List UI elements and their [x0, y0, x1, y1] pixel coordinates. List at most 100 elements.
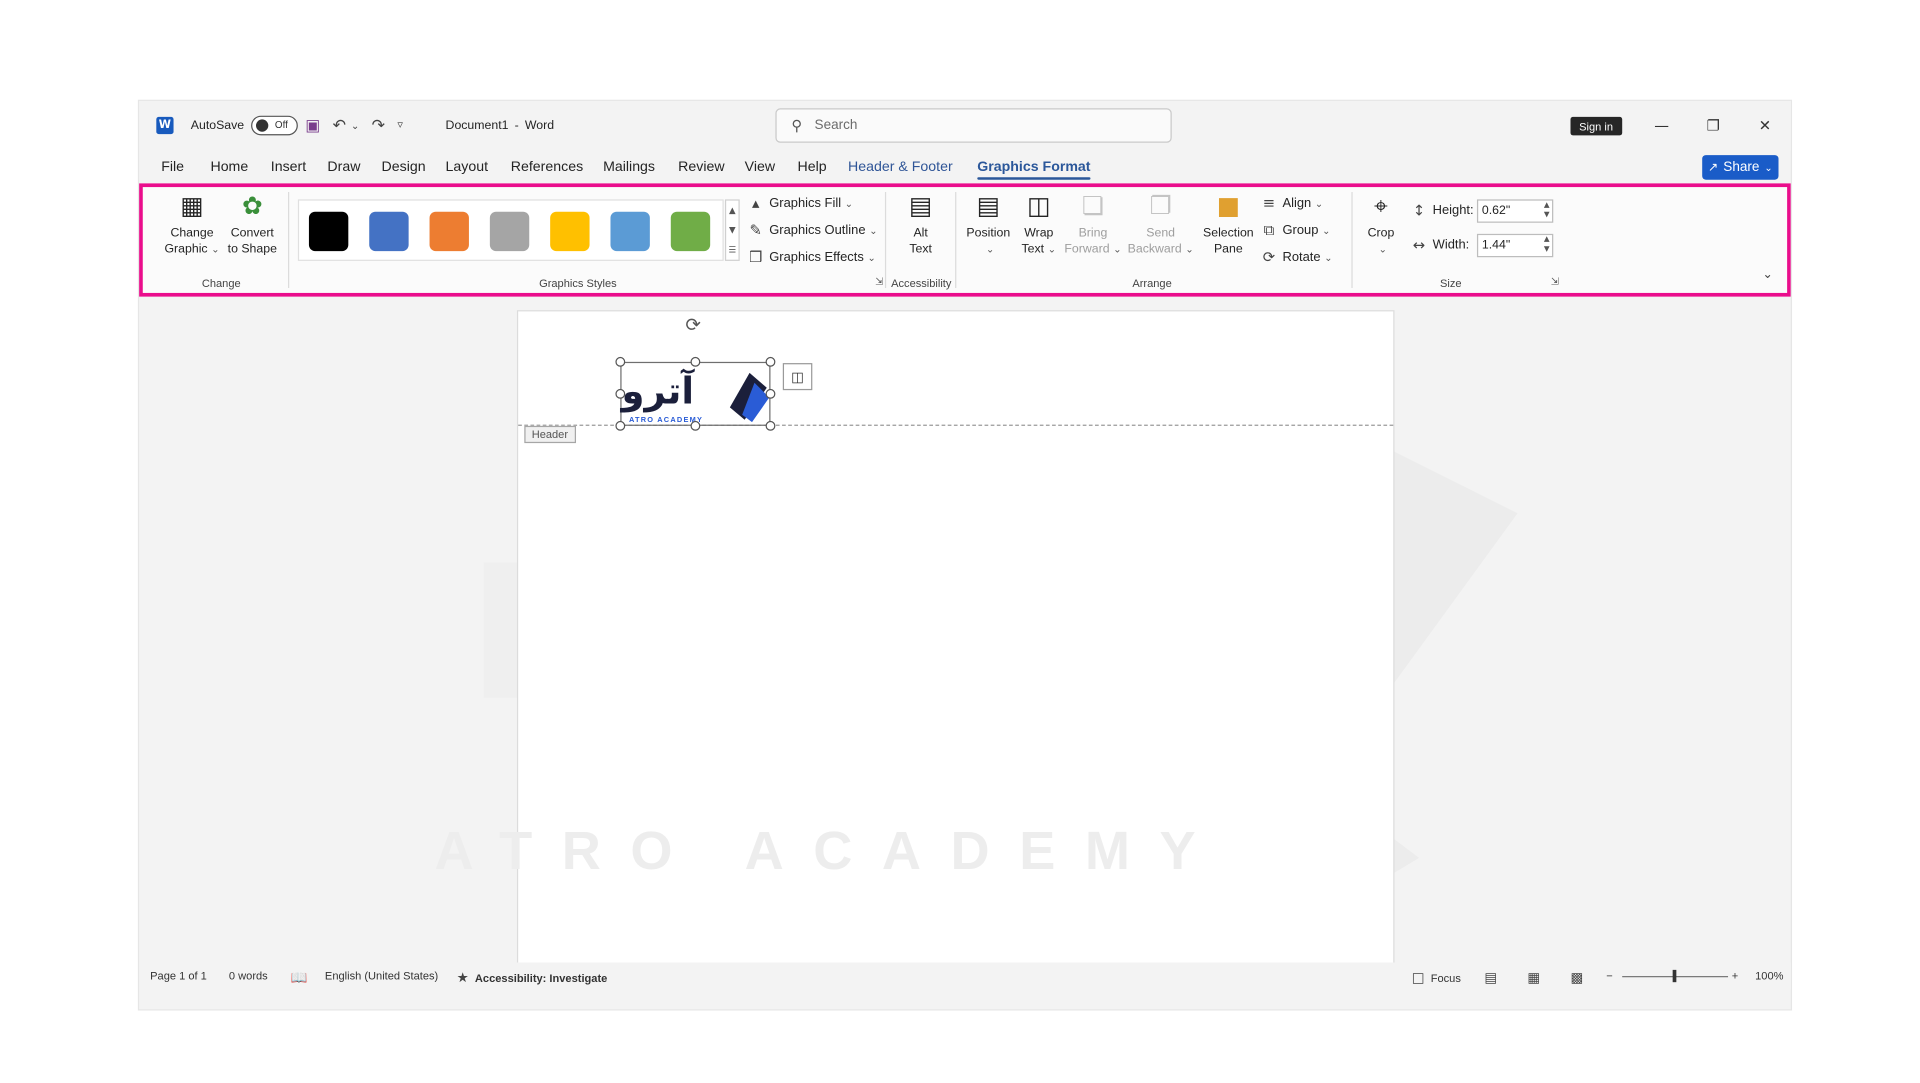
- header-tag: Header: [524, 425, 576, 444]
- convert-to-shape-button[interactable]: ✿ Convert to Shape: [222, 190, 284, 258]
- collapse-ribbon-icon[interactable]: ⌄: [1763, 268, 1773, 282]
- selection-pane-button[interactable]: ■ Selection Pane: [1199, 190, 1258, 258]
- chevron-down-icon: ⌄: [1322, 224, 1331, 236]
- height-spinner-icon[interactable]: ▲ ▼: [1544, 201, 1550, 221]
- tab-references[interactable]: References: [511, 160, 583, 175]
- proofing-icon[interactable]: 📖: [290, 970, 313, 986]
- group-button[interactable]: ⧉ Group ⌄: [1260, 220, 1331, 239]
- tab-home[interactable]: Home: [210, 160, 248, 175]
- minimize-icon[interactable]: —: [1637, 101, 1686, 150]
- search-box[interactable]: ⚲ Search: [775, 108, 1172, 143]
- style-swatch[interactable]: [670, 211, 711, 252]
- word-count[interactable]: 0 words: [229, 970, 268, 982]
- tab-view[interactable]: View: [745, 160, 775, 175]
- height-label: Height:: [1432, 203, 1474, 218]
- layout-options-icon[interactable]: ◫: [782, 363, 813, 391]
- resize-handle[interactable]: [615, 356, 626, 367]
- graphics-outline-button[interactable]: ✎ Graphics Outline ⌄: [747, 222, 878, 239]
- tab-help[interactable]: Help: [798, 160, 827, 175]
- gallery-up-icon[interactable]: ▲: [726, 201, 738, 221]
- dialog-launcher-icon[interactable]: ⇲: [875, 276, 883, 287]
- selected-logo-graphic[interactable]: آترو ATRO ACADEMY: [615, 356, 776, 431]
- language-status[interactable]: English (United States): [325, 970, 438, 982]
- ribbon-tabs: File Home Insert Draw Design Layout Refe…: [139, 155, 1791, 182]
- print-layout-icon[interactable]: ▦: [1527, 970, 1546, 986]
- redo-icon[interactable]: ↷: [372, 116, 385, 134]
- resize-handle[interactable]: [765, 388, 776, 399]
- web-layout-icon[interactable]: ▩: [1571, 970, 1590, 986]
- tab-review[interactable]: Review: [678, 160, 724, 175]
- width-row: ↔ Width:: [1410, 236, 1469, 253]
- style-swatch[interactable]: [610, 211, 650, 252]
- restore-icon[interactable]: ❐: [1689, 101, 1738, 150]
- position-button[interactable]: ▤ Position ⌄: [962, 190, 1014, 258]
- zoom-in-icon[interactable]: +: [1732, 970, 1738, 982]
- change-graphic-label-1: Change: [170, 226, 214, 241]
- zoom-out-icon[interactable]: −: [1606, 970, 1612, 982]
- save-icon[interactable]: ▣: [305, 116, 320, 134]
- graphics-effects-button[interactable]: ❒ Graphics Effects ⌄: [747, 249, 876, 266]
- gallery-scroll[interactable]: ▲ ▼ ☰: [724, 199, 740, 261]
- bring-forward-button[interactable]: ❏ Bring Forward ⌄: [1064, 190, 1121, 258]
- resize-handle[interactable]: [765, 356, 776, 367]
- customize-toolbar-icon[interactable]: ▿: [397, 119, 403, 131]
- gallery-down-icon[interactable]: ▼: [726, 220, 738, 240]
- graphics-fill-button[interactable]: ▴ Graphics Fill ⌄: [747, 194, 853, 211]
- resize-handle[interactable]: [690, 356, 701, 367]
- alt-text-label-2: Text: [909, 242, 932, 257]
- style-swatch[interactable]: [429, 211, 469, 252]
- share-icon: ↗: [1708, 160, 1719, 175]
- tab-insert[interactable]: Insert: [271, 160, 306, 175]
- change-graphic-button[interactable]: ▦ Change Graphic ⌄: [160, 190, 224, 258]
- undo-icon[interactable]: ↶: [333, 116, 346, 134]
- gallery-more-icon[interactable]: ☰: [726, 240, 738, 260]
- resize-handle[interactable]: [765, 420, 776, 431]
- document-page[interactable]: Header ⟳ آترو ATRO ACADEMY ◫: [516, 310, 1395, 965]
- resize-handle[interactable]: [615, 420, 626, 431]
- style-swatch[interactable]: [550, 211, 590, 252]
- share-label: Share: [1723, 160, 1760, 175]
- alt-text-label-1: Alt: [913, 226, 928, 241]
- crop-label: Crop: [1367, 226, 1395, 241]
- group-label-size: Size: [1440, 276, 1462, 290]
- group-icon: ⧉: [1263, 220, 1275, 239]
- style-swatch[interactable]: [369, 211, 409, 252]
- tab-draw[interactable]: Draw: [327, 160, 360, 175]
- sign-in-button[interactable]: Sign in: [1570, 116, 1622, 136]
- wrap-text-button[interactable]: ◫ Wrap Text ⌄: [1014, 190, 1063, 258]
- undo-dropdown-icon[interactable]: ⌄: [351, 120, 359, 131]
- share-button[interactable]: ↗ Share ⌄: [1702, 155, 1779, 180]
- width-spinner-icon[interactable]: ▲ ▼: [1544, 235, 1550, 255]
- resize-handle[interactable]: [690, 420, 701, 431]
- rotate-handle-icon[interactable]: ⟳: [686, 314, 701, 336]
- height-input[interactable]: 0.62" ▲ ▼: [1476, 199, 1554, 223]
- tab-design[interactable]: Design: [382, 160, 426, 175]
- accessibility-status[interactable]: ★ Accessibility: Investigate: [457, 970, 608, 986]
- zoom-slider-thumb[interactable]: [1672, 969, 1677, 983]
- resize-handle[interactable]: [615, 388, 626, 399]
- style-swatch[interactable]: [308, 211, 349, 252]
- ribbon-divider: [884, 192, 887, 289]
- height-row: ↕ Height:: [1410, 202, 1474, 219]
- autosave-toggle[interactable]: Off: [251, 115, 299, 136]
- crop-button[interactable]: ⌖ Crop ⌄: [1361, 190, 1400, 258]
- size-dialog-launcher-icon[interactable]: ⇲: [1551, 276, 1559, 287]
- send-backward-button[interactable]: ❐ Send Backward ⌄: [1127, 190, 1194, 258]
- width-input[interactable]: 1.44" ▲ ▼: [1476, 233, 1554, 258]
- alt-text-button[interactable]: ▤ Alt Text: [896, 190, 945, 258]
- page-count[interactable]: Page 1 of 1: [150, 970, 207, 982]
- position-label: Position: [966, 226, 1011, 241]
- tab-graphics-format[interactable]: Graphics Format: [977, 160, 1091, 180]
- height-value: 0.62": [1481, 204, 1511, 218]
- focus-button[interactable]: □ Focus: [1412, 970, 1461, 986]
- tab-layout[interactable]: Layout: [446, 160, 489, 175]
- style-swatch[interactable]: [489, 211, 530, 252]
- close-icon[interactable]: ✕: [1740, 101, 1789, 150]
- tab-mailings[interactable]: Mailings: [603, 160, 655, 175]
- rotate-button[interactable]: ⟳ Rotate ⌄: [1260, 249, 1333, 266]
- zoom-level[interactable]: 100%: [1755, 970, 1783, 982]
- tab-file[interactable]: File: [161, 160, 184, 175]
- tab-header-footer[interactable]: Header & Footer: [848, 160, 953, 175]
- align-button[interactable]: ≡ Align ⌄: [1260, 194, 1323, 211]
- read-mode-icon[interactable]: ▤: [1484, 970, 1503, 986]
